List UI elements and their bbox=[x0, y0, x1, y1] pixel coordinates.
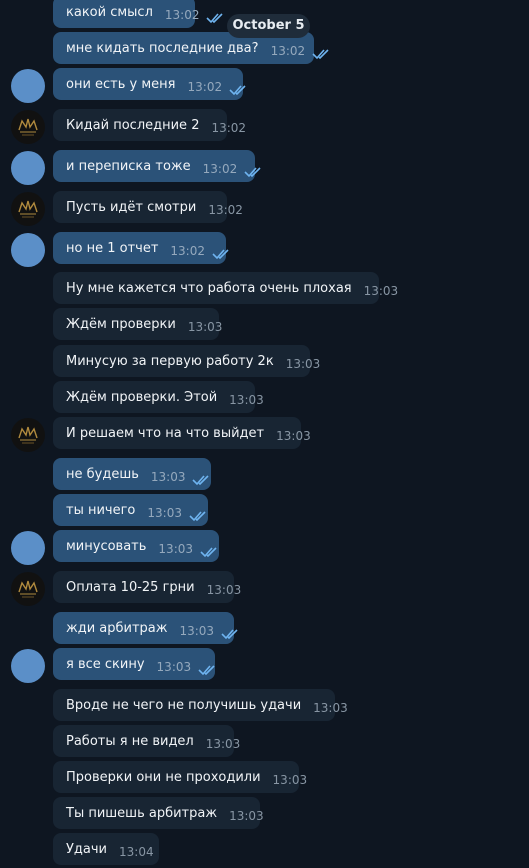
message-time: 13:04 bbox=[119, 845, 154, 859]
double-check-icon bbox=[189, 507, 209, 522]
incoming-message[interactable]: Удачи 13:04 bbox=[53, 833, 159, 865]
message-text: И решаем что на что выйдет bbox=[66, 425, 265, 441]
message-text: Минусую за первую работу 2к bbox=[66, 353, 274, 369]
message-text: Ну мне кажется что работа очень плохая bbox=[66, 280, 352, 296]
outgoing-message[interactable]: не будешь 13:03 bbox=[53, 458, 211, 490]
incoming-message[interactable]: Ждём проверки 13:03 bbox=[53, 308, 222, 340]
double-check-icon bbox=[229, 81, 249, 96]
message-text: ты ничего bbox=[66, 502, 136, 518]
contact-avatar-logo[interactable] bbox=[11, 110, 45, 144]
message-time: 13:02 bbox=[164, 8, 200, 22]
message-time: 13:02 bbox=[187, 80, 223, 94]
user-avatar[interactable] bbox=[11, 649, 45, 683]
message-text: жди арбитраж bbox=[66, 620, 168, 636]
outgoing-message[interactable]: какой смысл 13:02 bbox=[53, 0, 224, 28]
message-time: 13:03 bbox=[276, 429, 311, 443]
user-avatar[interactable] bbox=[11, 69, 45, 103]
message-time: 13:02 bbox=[270, 44, 306, 58]
outgoing-message[interactable]: я все скину 13:03 bbox=[53, 648, 215, 680]
message-text: Ты пишешь арбитраж bbox=[66, 805, 218, 821]
message-text: Пусть идёт смотри bbox=[66, 199, 197, 215]
crown-logo-icon bbox=[18, 200, 38, 218]
incoming-message[interactable]: Кидай последние 2 13:02 bbox=[53, 109, 246, 141]
message-time: 13:03 bbox=[363, 284, 399, 298]
message-text: Удачи bbox=[66, 841, 108, 857]
outgoing-message[interactable]: жди арбитраж 13:03 bbox=[53, 612, 238, 644]
incoming-message[interactable]: Минусую за первую работу 2к 13:03 bbox=[53, 345, 320, 377]
message-text: какой смысл bbox=[66, 4, 153, 20]
message-text: я все скину bbox=[66, 656, 145, 672]
incoming-message[interactable]: Проверки они не проходили 13:03 bbox=[53, 761, 307, 793]
message-text: Оплата 10-25 грни bbox=[66, 579, 195, 595]
message-time: 13:03 bbox=[205, 737, 241, 751]
message-time: 13:02 bbox=[211, 121, 247, 135]
message-time: 13:03 bbox=[147, 506, 182, 520]
outgoing-message[interactable]: ты ничего 13:03 bbox=[53, 494, 208, 526]
message-time: 13:03 bbox=[313, 701, 348, 715]
user-avatar[interactable] bbox=[11, 531, 45, 565]
message-text: Кидай последние 2 bbox=[66, 117, 200, 133]
double-check-icon bbox=[200, 543, 220, 558]
contact-avatar-logo[interactable] bbox=[11, 192, 45, 226]
double-check-icon bbox=[192, 471, 212, 486]
contact-avatar-logo[interactable] bbox=[11, 572, 45, 606]
date-separator: October 5 bbox=[227, 14, 310, 38]
incoming-message[interactable]: Работы я не видел 13:03 bbox=[53, 725, 240, 757]
message-time: 13:03 bbox=[179, 624, 215, 638]
double-check-icon bbox=[312, 45, 332, 60]
double-check-icon bbox=[206, 9, 226, 24]
crown-logo-icon bbox=[18, 580, 38, 598]
contact-avatar-logo[interactable] bbox=[11, 418, 45, 452]
message-time: 13:03 bbox=[272, 773, 308, 787]
message-time: 13:03 bbox=[158, 542, 194, 556]
message-time: 13:02 bbox=[202, 162, 238, 176]
double-check-icon bbox=[212, 245, 232, 260]
message-text: минусовать bbox=[66, 538, 147, 554]
message-text: Проверки они не проходили bbox=[66, 769, 261, 785]
outgoing-message[interactable]: они есть у меня 13:02 bbox=[53, 68, 246, 100]
user-avatar[interactable] bbox=[11, 151, 45, 185]
message-text: но не 1 отчет bbox=[66, 240, 159, 256]
outgoing-message[interactable]: и переписка тоже 13:02 bbox=[53, 150, 261, 182]
message-text: и переписка тоже bbox=[66, 158, 191, 174]
message-time: 13:03 bbox=[156, 660, 192, 674]
message-time: 13:03 bbox=[150, 470, 186, 484]
message-text: Работы я не видел bbox=[66, 733, 194, 749]
double-check-icon bbox=[198, 661, 218, 676]
message-time: 13:03 bbox=[229, 393, 264, 407]
message-time: 13:03 bbox=[206, 583, 242, 597]
incoming-message[interactable]: Ты пишешь арбитраж 13:03 bbox=[53, 797, 264, 829]
message-text: они есть у меня bbox=[66, 76, 176, 92]
outgoing-message[interactable]: минусовать 13:03 bbox=[53, 530, 219, 562]
message-text: мне кидать последние два? bbox=[66, 40, 259, 56]
incoming-message[interactable]: Вроде не чего не получишь удачи 13:03 bbox=[53, 689, 348, 721]
crown-logo-icon bbox=[18, 426, 38, 444]
user-avatar[interactable] bbox=[11, 233, 45, 267]
incoming-message[interactable]: И решаем что на что выйдет 13:03 bbox=[53, 417, 311, 449]
message-time: 13:03 bbox=[285, 357, 321, 371]
message-time: 13:03 bbox=[187, 320, 223, 334]
message-time: 13:02 bbox=[170, 244, 205, 258]
message-time: 13:03 bbox=[229, 809, 264, 823]
crown-logo-icon bbox=[18, 118, 38, 136]
incoming-message[interactable]: Оплата 10-25 грни 13:03 bbox=[53, 571, 241, 603]
incoming-message[interactable]: Пусть идёт смотри 13:02 bbox=[53, 191, 243, 223]
incoming-message[interactable]: Ждём проверки. Этой 13:03 bbox=[53, 381, 264, 413]
message-text: Ждём проверки. Этой bbox=[66, 389, 218, 405]
double-check-icon bbox=[221, 625, 241, 640]
incoming-message[interactable]: Ну мне кажется что работа очень плохая 13… bbox=[53, 272, 398, 304]
message-text: Ждём проверки bbox=[66, 316, 176, 332]
outgoing-message[interactable]: но не 1 отчет 13:02 bbox=[53, 232, 229, 264]
double-check-icon bbox=[244, 163, 264, 178]
message-text: Вроде не чего не получишь удачи bbox=[66, 697, 302, 713]
message-time: 13:02 bbox=[208, 203, 243, 217]
message-text: не будешь bbox=[66, 466, 139, 482]
